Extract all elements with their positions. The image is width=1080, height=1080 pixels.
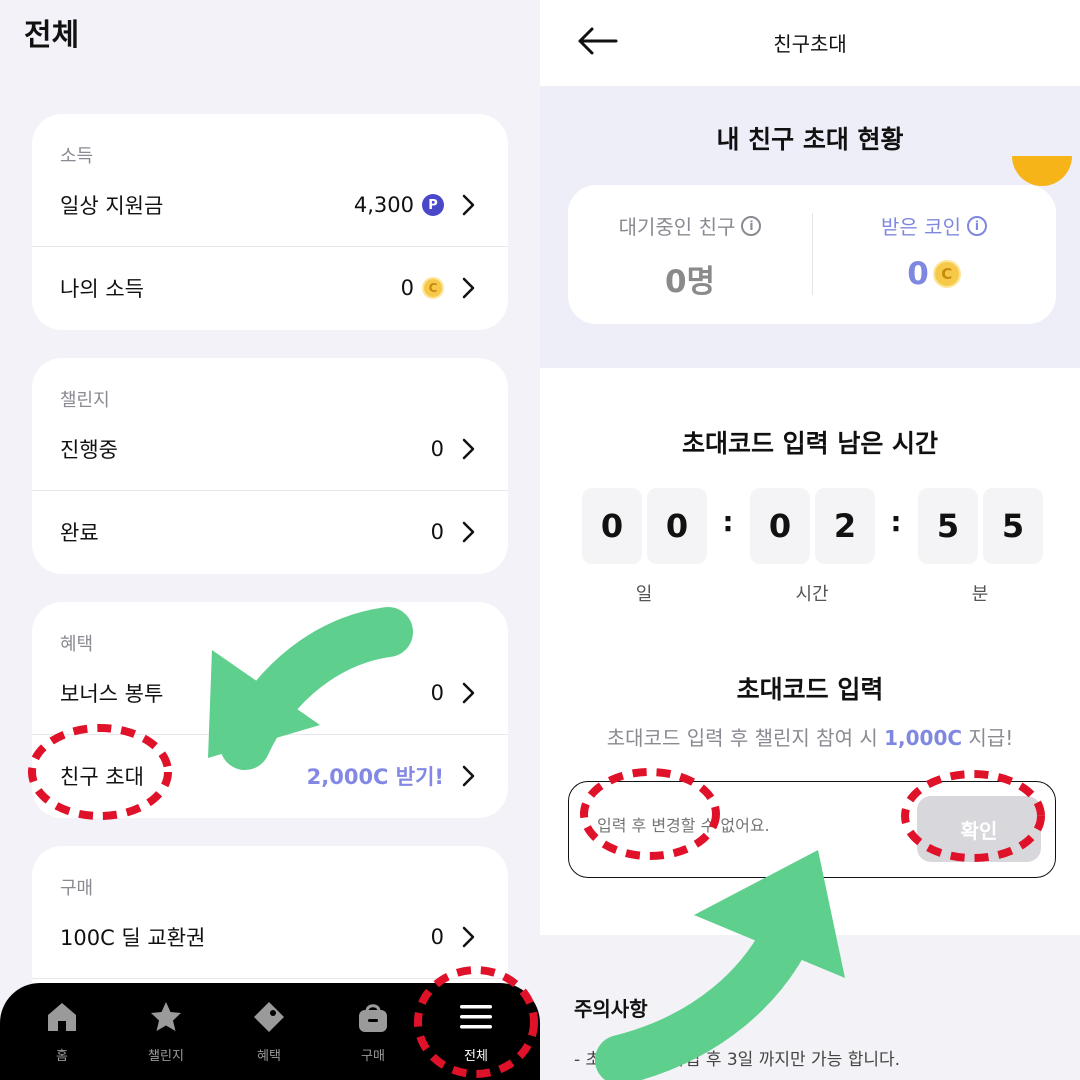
chevron-right-icon (462, 926, 475, 948)
notice-section: 주의사항 - 초대코드는 가입 후 3일 까지만 가능 합니다. (540, 935, 1080, 1080)
point-badge-icon: P (422, 194, 444, 216)
divider (32, 978, 508, 979)
timer-title: 초대코드 입력 남은 시간 (681, 429, 939, 458)
tab-label: 챌린지 (148, 1049, 184, 1064)
chevron-right-icon (462, 438, 475, 460)
confirm-button[interactable]: 확인 (917, 796, 1041, 862)
row-label: 보너스 봉투 (60, 682, 164, 706)
notice-title: 주의사항 (574, 997, 648, 1021)
invite-reward-text: 2,000C 받기! (306, 765, 444, 789)
code-title: 초대코드 입력 (736, 675, 884, 704)
benefit-card: 혜택 보너스 봉투 0 친구 초대 2,000C 받기! (32, 602, 508, 818)
coin-badge-icon: C (422, 277, 444, 299)
row-value: 0 (430, 520, 444, 544)
coin-badge-icon: C (932, 260, 961, 288)
income-card: 소득 일상 지원금 4,300 P 나의 소득 0C (32, 114, 508, 330)
row-value: 0 (430, 925, 444, 949)
header: 친구초대 (540, 0, 1080, 86)
code-description: 초대코드 입력 후 챌린지 참여 시 1,000C 지급! (606, 726, 1014, 750)
tab-all[interactable]: 전체 (441, 999, 511, 1064)
timer-digit: 0 (582, 488, 642, 564)
timer-digit: 5 (918, 488, 978, 564)
screen-title: 친구초대 (773, 32, 847, 56)
page-title: 전체 (24, 18, 80, 53)
row-deal-voucher[interactable]: 100C 딜 교환권 0 (32, 896, 508, 978)
row-completed[interactable]: 완료 0 (32, 491, 508, 573)
chevron-right-icon (462, 277, 475, 299)
row-value: 0 (430, 437, 444, 461)
row-value: 0C (401, 276, 444, 300)
row-value: 4,300 P (354, 193, 444, 217)
info-icon[interactable]: i (741, 215, 762, 236)
timer-separator: : (890, 505, 902, 538)
invite-code-input[interactable] (597, 816, 897, 835)
info-icon[interactable]: i (966, 215, 987, 236)
tab-label: 홈 (56, 1049, 68, 1064)
coins-count: 0 (907, 256, 929, 292)
status-card: 대기중인 친구 i 0명 받은 코인 i 0C (568, 185, 1056, 324)
row-label: 일상 지원금 (60, 194, 164, 218)
tab-label: 전체 (464, 1049, 488, 1064)
challenge-card: 챌린지 진행중 0 완료 0 (32, 358, 508, 574)
star-icon (151, 1002, 181, 1031)
menu-icon (460, 1005, 492, 1029)
row-bonus-envelope[interactable]: 보너스 봉투 0 (32, 652, 508, 734)
timer-unit-hour: 시간 (795, 584, 829, 605)
timer-digit: 5 (983, 488, 1043, 564)
pending-count: 0명 (664, 264, 716, 300)
tab-challenge[interactable]: 챌린지 (131, 999, 201, 1064)
status-title: 내 친구 초대 현황 (716, 125, 904, 154)
row-label: 나의 소득 (60, 277, 144, 301)
notice-item: - 초대코드는 가입 후 3일 까지만 가능 합니다. (574, 1050, 901, 1070)
timer-separator: : (722, 505, 734, 538)
home-icon (48, 1003, 76, 1031)
invite-code-box: 확인 (568, 781, 1056, 878)
timer-unit-minute: 분 (971, 584, 989, 605)
pending-friends: 대기중인 친구 i 0명 (568, 211, 812, 301)
tab-benefit[interactable]: 혜택 (234, 999, 304, 1064)
invite-friend-screen: 친구초대 내 친구 초대 현황 대기중인 친구 i 0명 받은 코인 i 0C 초대… (540, 0, 1080, 1080)
bag-icon (359, 1004, 387, 1032)
row-in-progress[interactable]: 진행중 0 (32, 408, 508, 490)
row-my-income[interactable]: 나의 소득 0C (32, 247, 508, 329)
coin-illustration (1012, 156, 1072, 186)
pending-label: 대기중인 친구 (618, 215, 736, 239)
coins-label: 받은 코인 (881, 215, 961, 239)
received-coins: 받은 코인 i 0C (812, 211, 1056, 292)
chevron-right-icon (462, 521, 475, 543)
row-label: 완료 (60, 521, 99, 545)
tab-label: 구매 (361, 1049, 385, 1064)
row-label: 100C 딜 교환권 (60, 926, 206, 950)
row-invite-friend[interactable]: 친구 초대 2,000C 받기! (32, 735, 508, 817)
bottom-tab-bar: 홈 챌린지 혜택 구매 전체 (0, 983, 540, 1080)
chevron-right-icon (462, 765, 475, 787)
all-menu-screen: 전체 소득 일상 지원금 4,300 P 나의 소득 0C 챌린지 진행중 0 완… (0, 0, 540, 1080)
chevron-right-icon (462, 682, 475, 704)
row-value: 0 (430, 681, 444, 705)
reward-amount: 1,000C (884, 726, 963, 750)
row-label: 진행중 (60, 438, 118, 462)
tab-label: 혜택 (257, 1049, 281, 1064)
row-daily-support[interactable]: 일상 지원금 4,300 P (32, 164, 508, 246)
timer-digit: 0 (647, 488, 707, 564)
row-label: 친구 초대 (60, 765, 144, 789)
timer-digit: 0 (750, 488, 810, 564)
tab-home[interactable]: 홈 (27, 999, 97, 1064)
tab-purchase[interactable]: 구매 (338, 999, 408, 1064)
timer-digit: 2 (815, 488, 875, 564)
tag-icon (254, 1002, 284, 1032)
chevron-right-icon (462, 194, 475, 216)
timer-unit-day: 일 (635, 584, 653, 605)
